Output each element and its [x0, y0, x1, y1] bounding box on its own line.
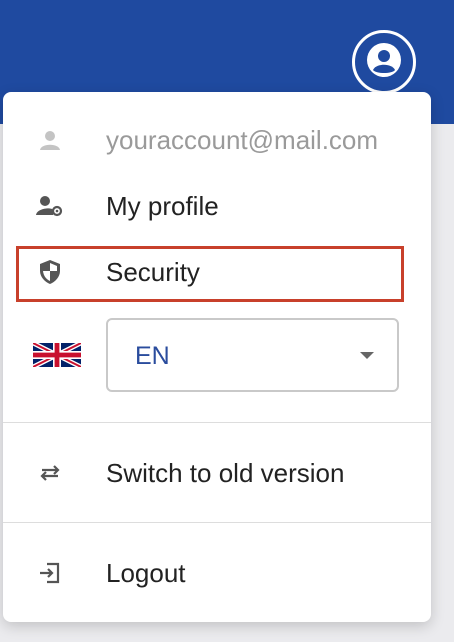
switch-version-label: Switch to old version: [106, 457, 345, 488]
account-email: youraccount@mail.com: [106, 124, 379, 155]
account-circle-icon: [365, 41, 403, 84]
account-avatar-button[interactable]: [352, 30, 416, 94]
person-icon: [35, 125, 65, 155]
security-highlight-box: [16, 246, 404, 302]
language-select[interactable]: EN: [106, 318, 399, 392]
menu-divider-1: [3, 422, 431, 423]
my-profile-label: My profile: [106, 190, 219, 221]
uk-flag-icon: [33, 340, 81, 370]
account-email-item: youraccount@mail.com: [3, 122, 431, 158]
menu-divider-2: [3, 522, 431, 523]
manage-account-icon: [35, 191, 65, 221]
logout-label: Logout: [106, 557, 186, 588]
logout-icon: [35, 558, 65, 588]
menu-item-switch-version[interactable]: Switch to old version: [3, 455, 431, 491]
menu-item-logout[interactable]: Logout: [3, 555, 431, 591]
menu-item-my-profile[interactable]: My profile: [3, 188, 431, 224]
account-dropdown-menu: youraccount@mail.com My profile Security: [3, 92, 431, 622]
chevron-down-icon: [360, 352, 374, 359]
swap-arrows-icon: [35, 458, 65, 488]
language-select-value: EN: [135, 342, 170, 370]
